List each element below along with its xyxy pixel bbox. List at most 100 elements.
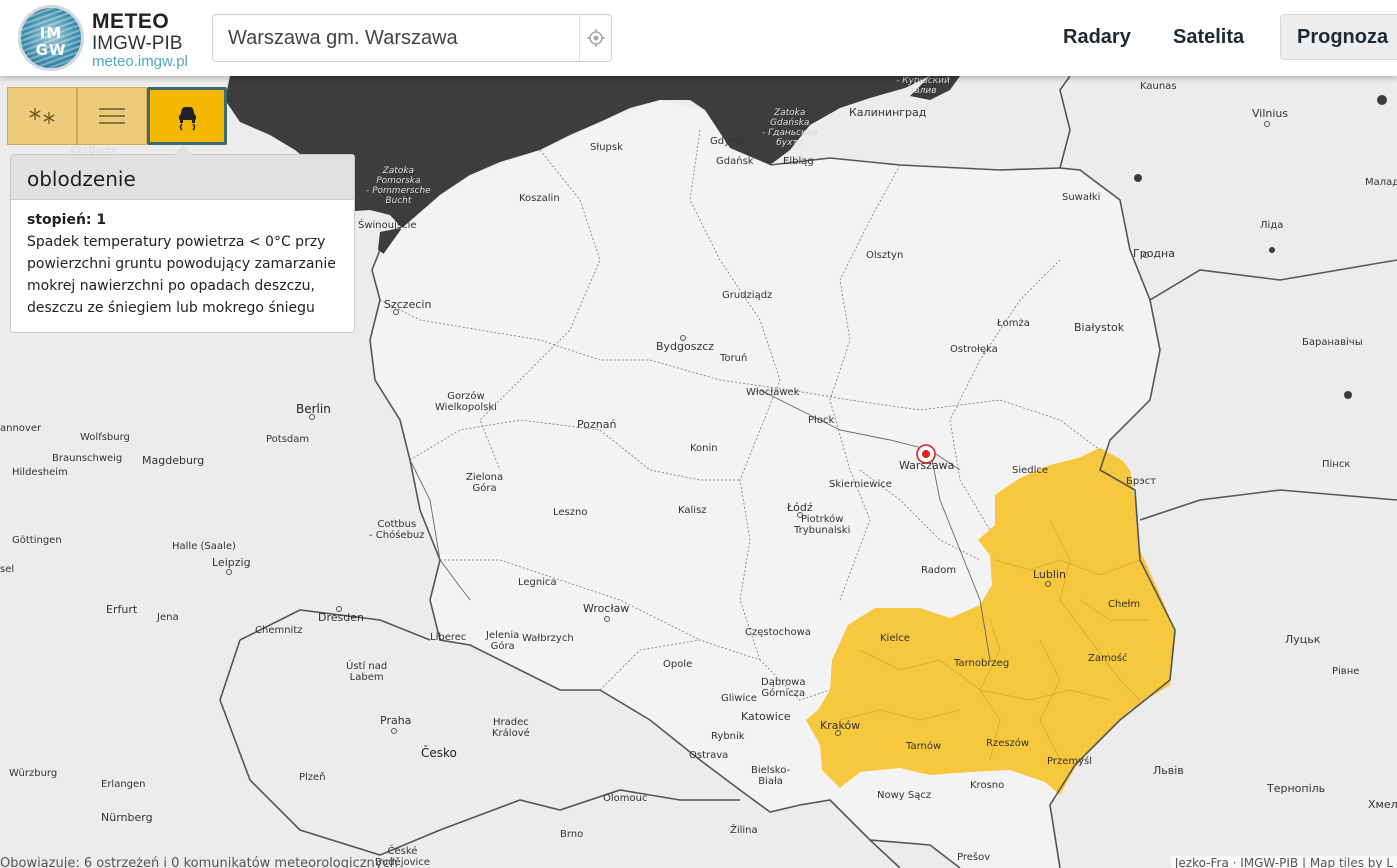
map-label: Vilnius bbox=[1252, 107, 1289, 120]
map-label: Brno bbox=[560, 829, 584, 840]
map-label: Legnica bbox=[518, 577, 557, 588]
map-label: Kielce bbox=[880, 633, 910, 644]
crosshair-icon bbox=[586, 29, 605, 47]
warning-description: Spadek temperatury powietrza < 0°C przy … bbox=[27, 234, 336, 316]
map-label: Gliwice bbox=[721, 693, 757, 704]
map-label: Wałbrzych bbox=[522, 633, 574, 644]
map-label: Bydgoszcz bbox=[656, 340, 715, 353]
map-label: Radom bbox=[921, 565, 957, 576]
warning-title: oblodzenie bbox=[11, 155, 354, 200]
map-label: Рівне bbox=[1332, 666, 1360, 677]
map-label: Olomouc bbox=[603, 793, 648, 804]
nav-satelita[interactable]: Satelita bbox=[1173, 14, 1244, 60]
map-label: Suwałki bbox=[1062, 192, 1101, 203]
map-label: Ústí nad Labem bbox=[346, 661, 388, 683]
map-label: Gdynia bbox=[710, 136, 746, 147]
map-label: Grudziądz bbox=[722, 290, 773, 301]
map-label: Jelenia Góra bbox=[486, 630, 520, 652]
brand-name: METEO bbox=[92, 10, 170, 33]
map-label: annover bbox=[0, 423, 42, 434]
map-label: Toruń bbox=[720, 353, 748, 364]
map-label: Magdeburg bbox=[142, 454, 205, 467]
map-label: Nowy Sącz bbox=[877, 790, 932, 801]
map-label: Kraków bbox=[820, 719, 861, 732]
map-label: Tarnów bbox=[906, 741, 942, 752]
map-label: Gorzów Wielkopolski bbox=[435, 391, 497, 413]
map-label: Szczecin bbox=[384, 298, 432, 311]
map-label: Liberec bbox=[430, 632, 467, 643]
map-label: Lublin bbox=[1033, 568, 1066, 581]
slippery-road-icon bbox=[179, 107, 196, 131]
warnings-count[interactable]: Obowiązuje: 6 ostrzeżeń i 0 komunikatów … bbox=[0, 856, 398, 868]
map-label: Łomża bbox=[997, 318, 1030, 329]
map-label: Plzeň bbox=[299, 772, 326, 783]
map-label: Cottbus - Chóśebuz bbox=[369, 519, 425, 541]
map-label: Tarnobrzeg bbox=[954, 658, 1010, 669]
map-label: Opole bbox=[663, 659, 693, 670]
brand-url[interactable]: meteo.imgw.pl bbox=[92, 53, 188, 70]
map-label: Zielona Góra bbox=[466, 472, 504, 494]
map-label: Konin bbox=[690, 443, 718, 454]
map-label: Wrocław bbox=[583, 602, 630, 615]
map-label: Hildesheim bbox=[12, 467, 68, 478]
map-label: Bielsko- Biała bbox=[751, 765, 791, 787]
map-label: Siedlce bbox=[1012, 465, 1049, 476]
map-label: Česko bbox=[421, 746, 457, 760]
map-label: Dąbrowa Górnicza bbox=[761, 677, 806, 699]
menu-icon bbox=[99, 108, 125, 124]
map-label: Пінск bbox=[1322, 459, 1351, 470]
map-label: Leszno bbox=[553, 507, 588, 518]
map-label: Göttingen bbox=[12, 535, 62, 546]
warning-info-panel: oblodzenie stopień: 1 Spadek temperatury… bbox=[10, 154, 355, 333]
map-label: Łódź bbox=[787, 501, 813, 514]
map-label: Брэст bbox=[1126, 476, 1157, 487]
map-label: Хмель bbox=[1368, 798, 1397, 811]
warning-type-tabs bbox=[7, 87, 227, 145]
sea-label: Zatoka Pomorska - Pommersche Bucht bbox=[366, 166, 431, 206]
map-label: Płock bbox=[808, 415, 835, 426]
map-label: Gdańsk bbox=[716, 156, 754, 167]
map-label: Chełm bbox=[1108, 599, 1141, 610]
map-label: Poznań bbox=[577, 418, 617, 431]
map-label: Žilina bbox=[730, 825, 758, 836]
warning-level: stopień: 1 bbox=[27, 212, 107, 228]
map-label: sel bbox=[0, 564, 15, 575]
map-label: Ostrołęka bbox=[950, 344, 998, 355]
tab-menu[interactable] bbox=[77, 87, 147, 145]
map-label: Braunschweig bbox=[52, 453, 123, 464]
tab-ice[interactable] bbox=[147, 87, 227, 145]
map-attribution[interactable]: Jęzko-Fra · IMGW-PIB | Map tiles by L bbox=[1170, 856, 1397, 868]
map-label: Erfurt bbox=[106, 603, 138, 616]
map-label: Wolfsburg bbox=[80, 432, 130, 443]
nav-radary[interactable]: Radary bbox=[1063, 14, 1131, 60]
map-label: Częstochowa bbox=[745, 627, 811, 638]
top-header: IM GW METEO IMGW-PIB meteo.imgw.pl Radar… bbox=[0, 0, 1397, 76]
map-label: Гродна bbox=[1133, 247, 1175, 260]
map-label: Krosno bbox=[970, 780, 1005, 791]
location-search bbox=[212, 14, 612, 62]
map-label: Kaunas bbox=[1140, 81, 1177, 92]
map-label: Dresden bbox=[318, 611, 364, 624]
imgw-logo[interactable]: IM GW bbox=[18, 5, 84, 71]
location-search-input[interactable] bbox=[213, 15, 580, 61]
map-label: Ostrava bbox=[689, 750, 729, 761]
map-label: Тернопіль bbox=[1267, 782, 1326, 795]
nav-prognoza[interactable]: Prognoza bbox=[1280, 14, 1397, 60]
map-label: Луцьк bbox=[1285, 633, 1321, 646]
map-label: Erlangen bbox=[101, 779, 146, 790]
map-label: Olsztyn bbox=[866, 250, 904, 261]
map-label: Leipzig bbox=[212, 556, 251, 569]
sea-label: - Куршский залив bbox=[896, 76, 950, 96]
snowflakes-icon bbox=[29, 108, 55, 124]
tab-snow[interactable] bbox=[7, 87, 77, 145]
map-label: Kalisz bbox=[678, 505, 707, 516]
map-label: Elbląg bbox=[783, 156, 814, 167]
sea-label: Zatoka Gdańska - Гданьская бухта bbox=[762, 108, 818, 148]
map-label: Koszalin bbox=[519, 193, 560, 204]
map-label: Rzeszów bbox=[986, 738, 1030, 749]
geolocate-button[interactable] bbox=[579, 15, 611, 61]
map-label: Zamość bbox=[1088, 653, 1128, 664]
map-label: Jena bbox=[157, 612, 179, 623]
map-label: Chemnitz bbox=[255, 625, 303, 636]
map-label: Львів bbox=[1153, 764, 1184, 777]
